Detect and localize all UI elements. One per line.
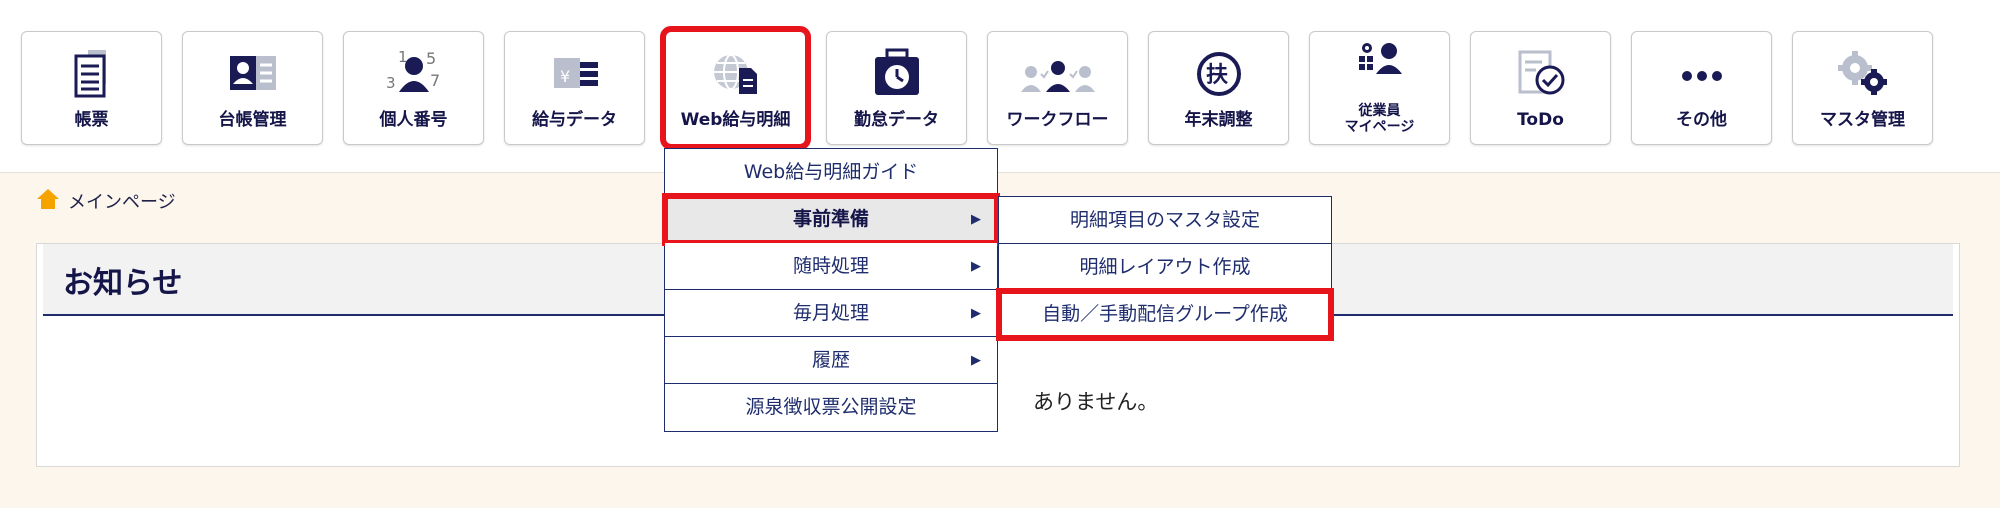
nav-forms-button[interactable]: 帳票 bbox=[21, 31, 162, 145]
more-dots-icon bbox=[1632, 48, 1771, 100]
nav-label: ワークフロー bbox=[1006, 110, 1109, 131]
nav-label: マスタ管理 bbox=[1820, 110, 1905, 131]
nav-label: 台帳管理 bbox=[218, 110, 287, 131]
nav-label: 従業員 マイページ bbox=[1344, 102, 1415, 135]
svg-text:¥: ¥ bbox=[560, 67, 570, 86]
person-number-icon: 3157 bbox=[344, 48, 483, 100]
nav-year-end-button[interactable]: 扶 年末調整 bbox=[1148, 31, 1289, 145]
caret-right-icon: ▶ bbox=[971, 212, 981, 227]
web-payslip-dropdown: Web給与明細ガイド 事前準備 ▶ 随時処理 ▶ 毎月処理 ▶ 履歴 ▶ 源泉徴収票公開… bbox=[662, 148, 1000, 432]
submenu-item-delivery-group[interactable]: 自動／手動配信グループ作成 bbox=[996, 288, 1334, 341]
nav-other-button[interactable]: その他 bbox=[1631, 31, 1772, 145]
nav-master-button[interactable]: マスタ管理 bbox=[1792, 31, 1933, 145]
clock-box-icon bbox=[827, 48, 966, 100]
svg-text:7: 7 bbox=[430, 71, 440, 90]
svg-text:扶: 扶 bbox=[1206, 63, 1228, 88]
nav-label: 勤怠データ bbox=[854, 110, 939, 131]
nav-workflow-button[interactable]: ワークフロー bbox=[987, 31, 1128, 145]
svg-text:5: 5 bbox=[426, 49, 436, 68]
document-stack-icon bbox=[22, 48, 161, 100]
home-icon bbox=[36, 188, 60, 215]
globe-document-icon bbox=[666, 48, 805, 100]
nav-todo-button[interactable]: ToDo bbox=[1470, 31, 1611, 145]
caret-right-icon: ▶ bbox=[971, 306, 981, 321]
id-card-icon bbox=[183, 48, 322, 100]
notice-title: お知らせ bbox=[63, 266, 183, 301]
menu-item-monthly[interactable]: 毎月処理 ▶ bbox=[665, 290, 997, 337]
preparation-submenu: 明細項目のマスタ設定 明細レイアウト作成 自動／手動配信グループ作成 bbox=[996, 196, 1334, 341]
nav-web-payslip-button[interactable]: Web給与明細 bbox=[660, 26, 811, 150]
payroll-data-icon: ¥ bbox=[505, 48, 644, 100]
breadcrumb[interactable]: メインページ bbox=[36, 187, 176, 215]
nav-label: 年末調整 bbox=[1184, 110, 1253, 131]
nav-label: 個人番号 bbox=[379, 110, 448, 131]
menu-item-history[interactable]: 履歴 ▶ bbox=[665, 337, 997, 384]
breadcrumb-label: メインページ bbox=[68, 192, 176, 213]
nav-employee-mypage-button[interactable]: 従業員 マイページ bbox=[1309, 31, 1450, 145]
employee-grid-icon bbox=[1310, 40, 1449, 92]
nav-attendance-button[interactable]: 勤怠データ bbox=[826, 31, 967, 145]
submenu-item-layout[interactable]: 明細レイアウト作成 bbox=[999, 244, 1331, 291]
nav-label: 給与データ bbox=[532, 110, 617, 131]
nav-personal-number-button[interactable]: 3157 個人番号 bbox=[343, 31, 484, 145]
gears-icon bbox=[1793, 48, 1932, 100]
top-nav: 帳票 台帳管理 3157 個人番号 ¥ 給与データ Web給与明細 勤怠データ bbox=[0, 0, 2000, 173]
caret-right-icon: ▶ bbox=[971, 353, 981, 368]
nav-label: その他 bbox=[1676, 110, 1727, 131]
menu-item-preparation[interactable]: 事前準備 ▶ bbox=[662, 193, 1000, 246]
svg-text:3: 3 bbox=[386, 74, 396, 92]
workflow-people-icon bbox=[988, 48, 1127, 100]
nav-label: 帳票 bbox=[74, 110, 109, 131]
nav-label: ToDo bbox=[1517, 110, 1564, 131]
menu-item-ad-hoc[interactable]: 随時処理 ▶ bbox=[665, 243, 997, 290]
todo-check-icon bbox=[1471, 48, 1610, 100]
menu-item-guide[interactable]: Web給与明細ガイド bbox=[665, 149, 997, 196]
fu-circle-icon: 扶 bbox=[1149, 48, 1288, 100]
nav-label: Web給与明細 bbox=[680, 110, 791, 131]
notice-message: ありません。 bbox=[1033, 390, 1159, 414]
menu-item-withholding-slip[interactable]: 源泉徴収票公開設定 bbox=[665, 384, 997, 431]
nav-ledger-button[interactable]: 台帳管理 bbox=[182, 31, 323, 145]
nav-payroll-data-button[interactable]: ¥ 給与データ bbox=[504, 31, 645, 145]
submenu-item-master-settings[interactable]: 明細項目のマスタ設定 bbox=[999, 197, 1331, 244]
caret-right-icon: ▶ bbox=[971, 259, 981, 274]
